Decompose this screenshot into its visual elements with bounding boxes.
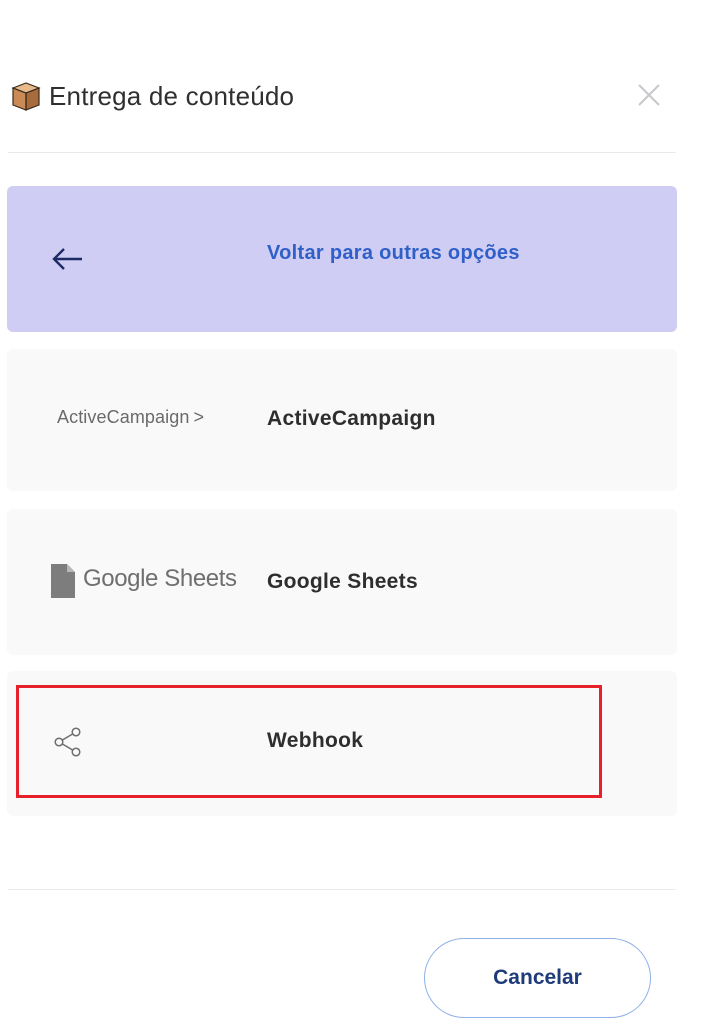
package-box-icon xyxy=(11,82,41,111)
header-divider xyxy=(8,152,676,153)
document-icon xyxy=(51,564,75,598)
close-icon[interactable] xyxy=(636,82,662,108)
footer-divider xyxy=(8,889,676,890)
back-to-options-button[interactable]: Voltar para outras opções xyxy=(7,186,677,332)
dialog-header: Entrega de conteúdo xyxy=(8,70,676,120)
webhook-label: Webhook xyxy=(267,729,364,752)
back-option-label: Voltar para outras opções xyxy=(267,242,520,264)
option-activecampaign[interactable]: ActiveCampaign > ActiveCampaign xyxy=(7,349,677,491)
google-sheets-label: Google Sheets xyxy=(267,570,418,593)
option-webhook[interactable]: Webhook xyxy=(7,671,677,816)
cancel-button[interactable]: Cancelar xyxy=(424,938,651,1018)
option-google-sheets[interactable]: Google Sheets Google Sheets xyxy=(7,509,677,655)
google-sheets-logo-text: Google Sheets xyxy=(83,565,237,592)
arrow-left-icon xyxy=(52,248,82,270)
activecampaign-logo: ActiveCampaign > xyxy=(57,407,205,427)
activecampaign-label: ActiveCampaign xyxy=(267,407,436,430)
share-icon xyxy=(54,727,81,757)
dialog-title: Entrega de conteúdo xyxy=(49,81,295,111)
